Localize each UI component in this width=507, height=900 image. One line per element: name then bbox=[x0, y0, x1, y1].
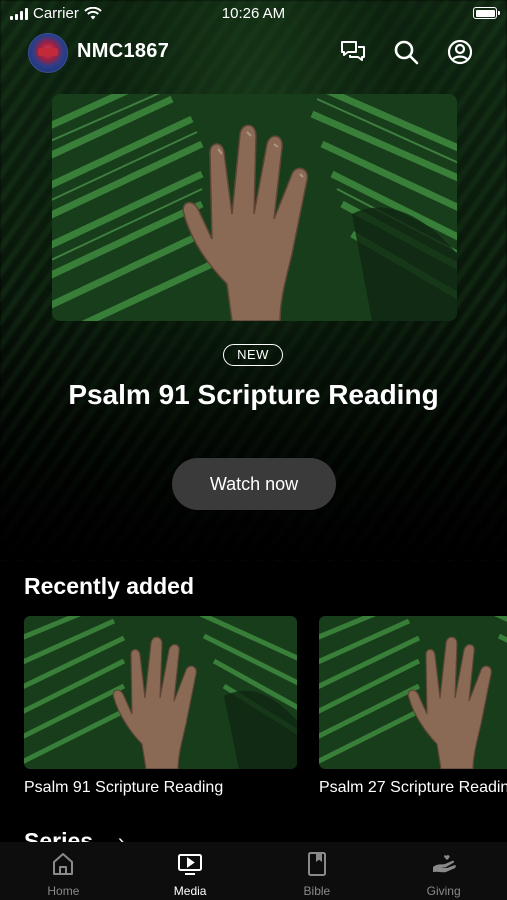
tab-bar: Home Media Bible Giving bbox=[0, 842, 507, 900]
hero-title: Psalm 91 Scripture Reading bbox=[68, 379, 439, 410]
media-screen: Carrier 10:26 AM NMC1867 NEW Psalm 91 Sc… bbox=[0, 0, 507, 900]
brand-name: NMC1867 bbox=[77, 40, 170, 62]
status-bar: Carrier 10:26 AM bbox=[0, 0, 507, 28]
bible-icon bbox=[303, 850, 331, 878]
media-card[interactable]: Psalm 27 Scripture Reading bbox=[319, 616, 507, 797]
media-card-caption: Psalm 27 Scripture Reading bbox=[319, 779, 507, 796]
new-badge: NEW bbox=[223, 344, 283, 366]
hero-backdrop-fade bbox=[0, 300, 507, 560]
giving-icon bbox=[430, 850, 458, 878]
fern-hand-image bbox=[52, 94, 457, 321]
media-icon bbox=[176, 850, 204, 878]
church-logo-avatar[interactable] bbox=[28, 33, 68, 73]
tab-label: Media bbox=[173, 884, 207, 898]
media-card-thumbnail[interactable] bbox=[319, 616, 507, 769]
search-icon[interactable] bbox=[392, 38, 420, 66]
chat-icon[interactable] bbox=[339, 38, 367, 66]
home-icon bbox=[49, 850, 77, 878]
media-card-caption: Psalm 91 Scripture Reading bbox=[24, 779, 224, 796]
tab-label: Giving bbox=[426, 884, 461, 898]
tab-media[interactable]: Media bbox=[127, 842, 254, 900]
watch-now-button[interactable]: Watch now bbox=[172, 458, 336, 510]
media-card[interactable]: Psalm 91 Scripture Reading bbox=[24, 616, 297, 797]
tab-bible[interactable]: Bible bbox=[254, 842, 381, 900]
profile-icon[interactable] bbox=[446, 38, 474, 66]
recently-added-title: Recently added bbox=[24, 573, 194, 599]
app-header: NMC1867 bbox=[0, 30, 507, 74]
tab-label: Home bbox=[47, 884, 80, 898]
hero-image[interactable] bbox=[52, 94, 457, 321]
media-card-thumbnail[interactable] bbox=[24, 616, 297, 769]
tab-home[interactable]: Home bbox=[0, 842, 127, 900]
status-time: 10:26 AM bbox=[221, 5, 286, 22]
tab-giving[interactable]: Giving bbox=[380, 842, 507, 900]
battery-icon bbox=[473, 7, 500, 19]
tab-label: Bible bbox=[303, 884, 331, 898]
